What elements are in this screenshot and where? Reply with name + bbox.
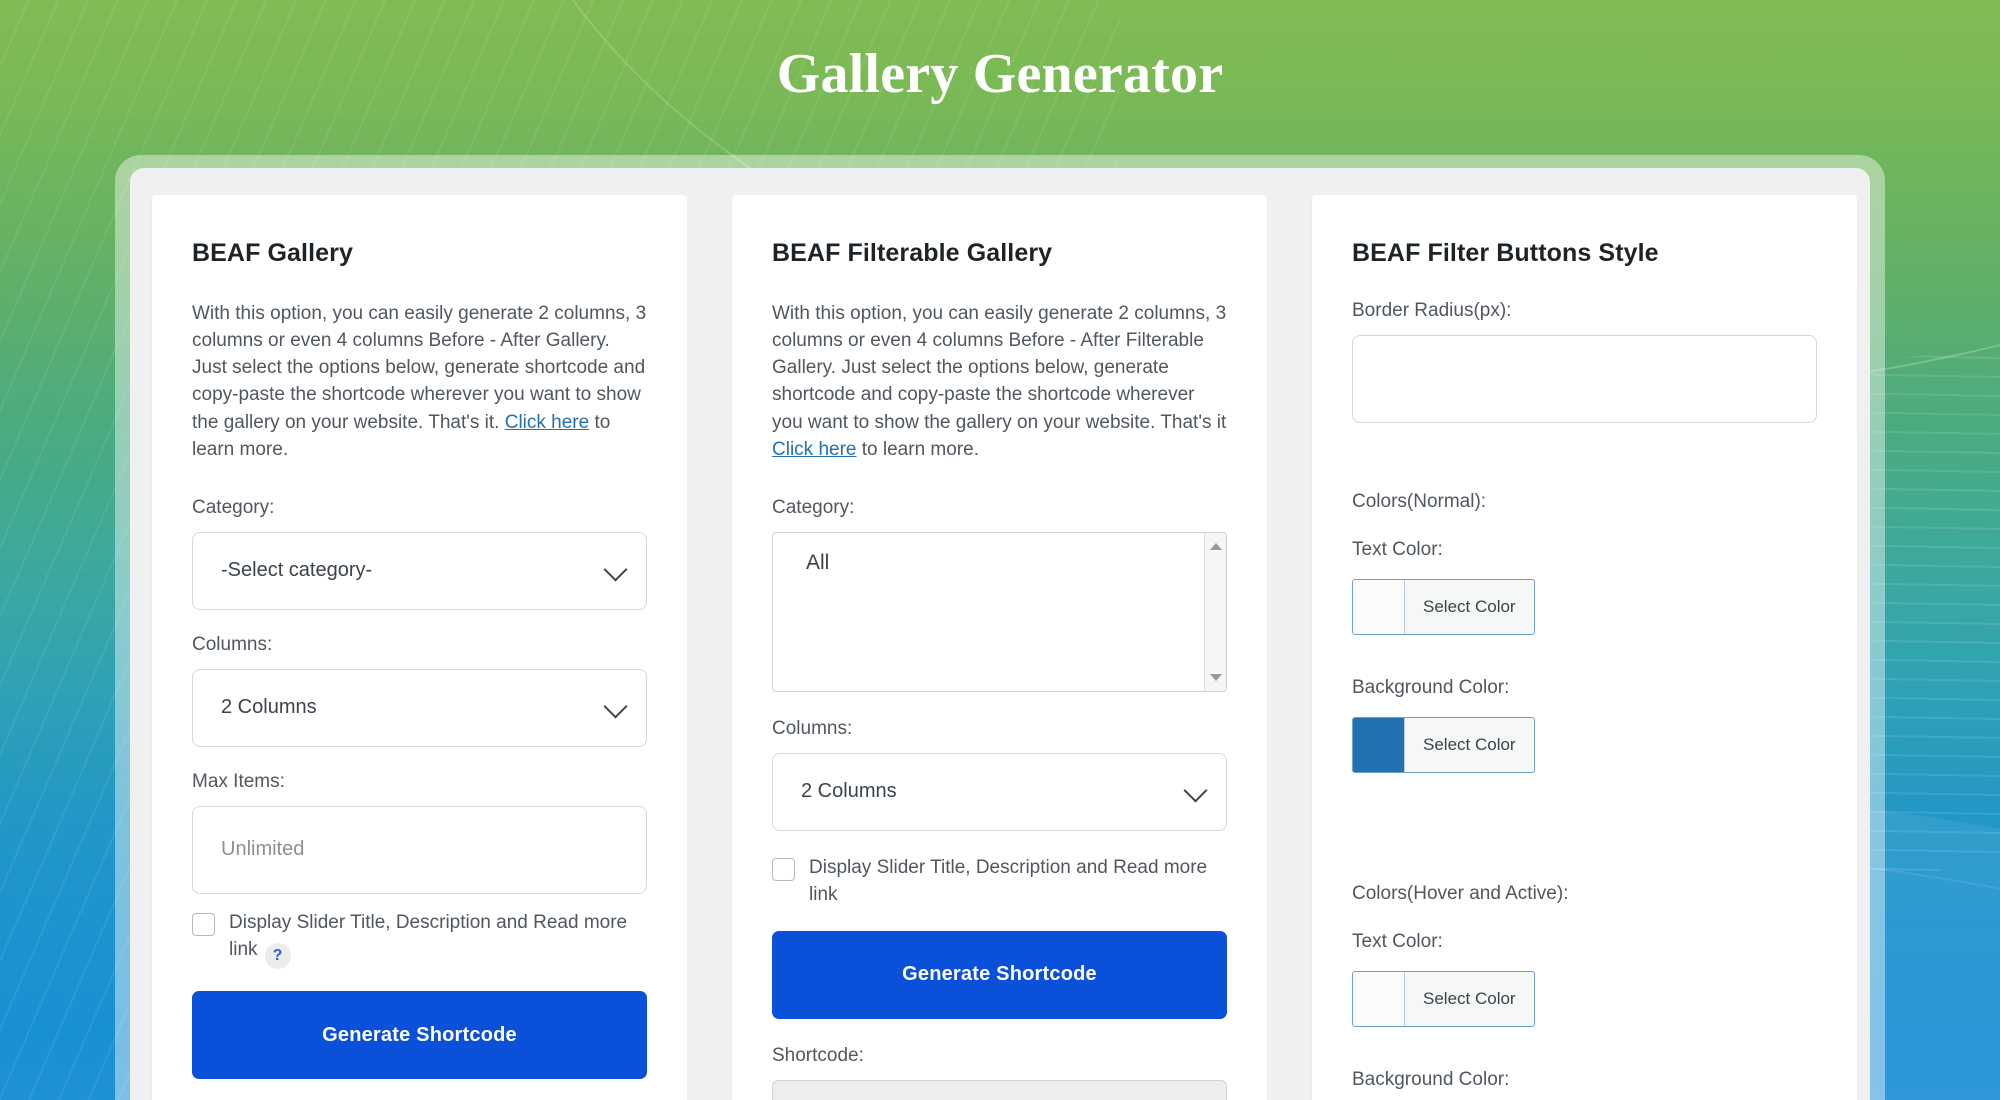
normal-text-color-label: Text Color: [1352,539,1443,560]
card-title-beaf-gallery: BEAF Gallery [192,239,353,267]
select-color-label: Select Color [1423,989,1516,1008]
help-icon[interactable]: ? [264,943,291,970]
description-text-part-2: to learn more. [856,438,979,460]
category-select[interactable]: -Select category- [192,531,647,610]
admin-panel: BEAF Gallery With this option, you can e… [130,168,1870,1100]
hover-text-color-label: Text Color: [1352,931,1443,952]
color-swatch[interactable] [1353,972,1405,1026]
click-here-link[interactable]: Click here [772,439,856,460]
display-slider-title-label: Display Slider Title, Description and Re… [229,910,647,970]
colors-normal-label: Colors(Normal): [1352,491,1487,512]
columns-select[interactable]: 2 Columns [772,752,1227,831]
color-swatch[interactable] [1353,718,1405,772]
columns-label: Columns: [192,633,273,655]
card-beaf-filter-buttons-style: BEAF Filter Buttons Style Border Radius(… [1312,195,1857,1100]
columns-select-value: 2 Columns [801,780,897,803]
border-radius-input[interactable] [1352,335,1817,423]
category-option-all[interactable]: All [773,533,1226,575]
normal-background-color-label: Background Color: [1352,677,1510,698]
normal-text-color-picker[interactable]: Select Color [1352,579,1535,635]
description-text-part-1: With this option, you can easily generat… [772,303,1227,433]
display-slider-title-checkbox[interactable] [772,857,795,881]
generate-shortcode-button-gallery[interactable]: Generate Shortcode [192,991,647,1080]
chevron-down-icon [603,557,628,582]
click-here-link[interactable]: Click here [505,412,589,433]
border-radius-label: Border Radius(px): [1352,300,1512,321]
color-swatch[interactable] [1353,580,1405,634]
columns-label: Columns: [772,717,853,739]
select-color-label: Select Color [1423,597,1516,616]
chevron-down-icon [1183,778,1208,803]
category-label: Category: [772,496,855,518]
card-beaf-filterable-gallery: BEAF Filterable Gallery With this option… [732,195,1267,1100]
display-slider-title-checkbox-row[interactable]: Display Slider Title, Description and Re… [772,855,1227,909]
card-title-filter-buttons-style: BEAF Filter Buttons Style [1352,239,1659,267]
display-slider-title-label: Display Slider Title, Description and Re… [809,856,1208,905]
columns-select[interactable]: 2 Columns [192,668,647,747]
scroll-up-icon[interactable] [1210,542,1222,550]
colors-hover-active-label: Colors(Hover and Active): [1352,883,1569,904]
columns-select-value: 2 Columns [221,696,317,719]
card-description-beaf-filterable-gallery: With this option, you can easily generat… [772,300,1227,463]
shortcode-output-textarea[interactable] [772,1079,1227,1100]
card-description-beaf-gallery: With this option, you can easily generat… [192,300,647,463]
category-label: Category: [192,496,275,518]
chevron-down-icon [603,694,628,719]
scroll-down-icon[interactable] [1210,673,1222,681]
shortcode-label: Shortcode: [772,1044,864,1066]
max-items-input[interactable] [192,805,647,894]
display-slider-title-checkbox[interactable] [192,912,215,936]
category-select-value: -Select category- [221,559,373,582]
max-items-label: Max Items: [192,770,285,792]
hover-text-color-picker[interactable]: Select Color [1352,971,1535,1027]
hover-background-color-label: Background Color: [1352,1069,1510,1090]
select-color-label: Select Color [1423,735,1516,754]
page-title: Gallery Generator [776,43,1224,105]
card-title-beaf-filterable-gallery: BEAF Filterable Gallery [772,239,1053,267]
display-slider-title-checkbox-row[interactable]: Display Slider Title, Description and Re… [192,910,647,970]
card-beaf-gallery: BEAF Gallery With this option, you can e… [152,195,687,1100]
category-multiselect[interactable]: All [772,531,1227,692]
normal-background-color-picker[interactable]: Select Color [1352,717,1535,773]
listbox-scrollbar[interactable] [1204,532,1226,691]
generate-shortcode-button-filterable[interactable]: Generate Shortcode [772,930,1227,1019]
